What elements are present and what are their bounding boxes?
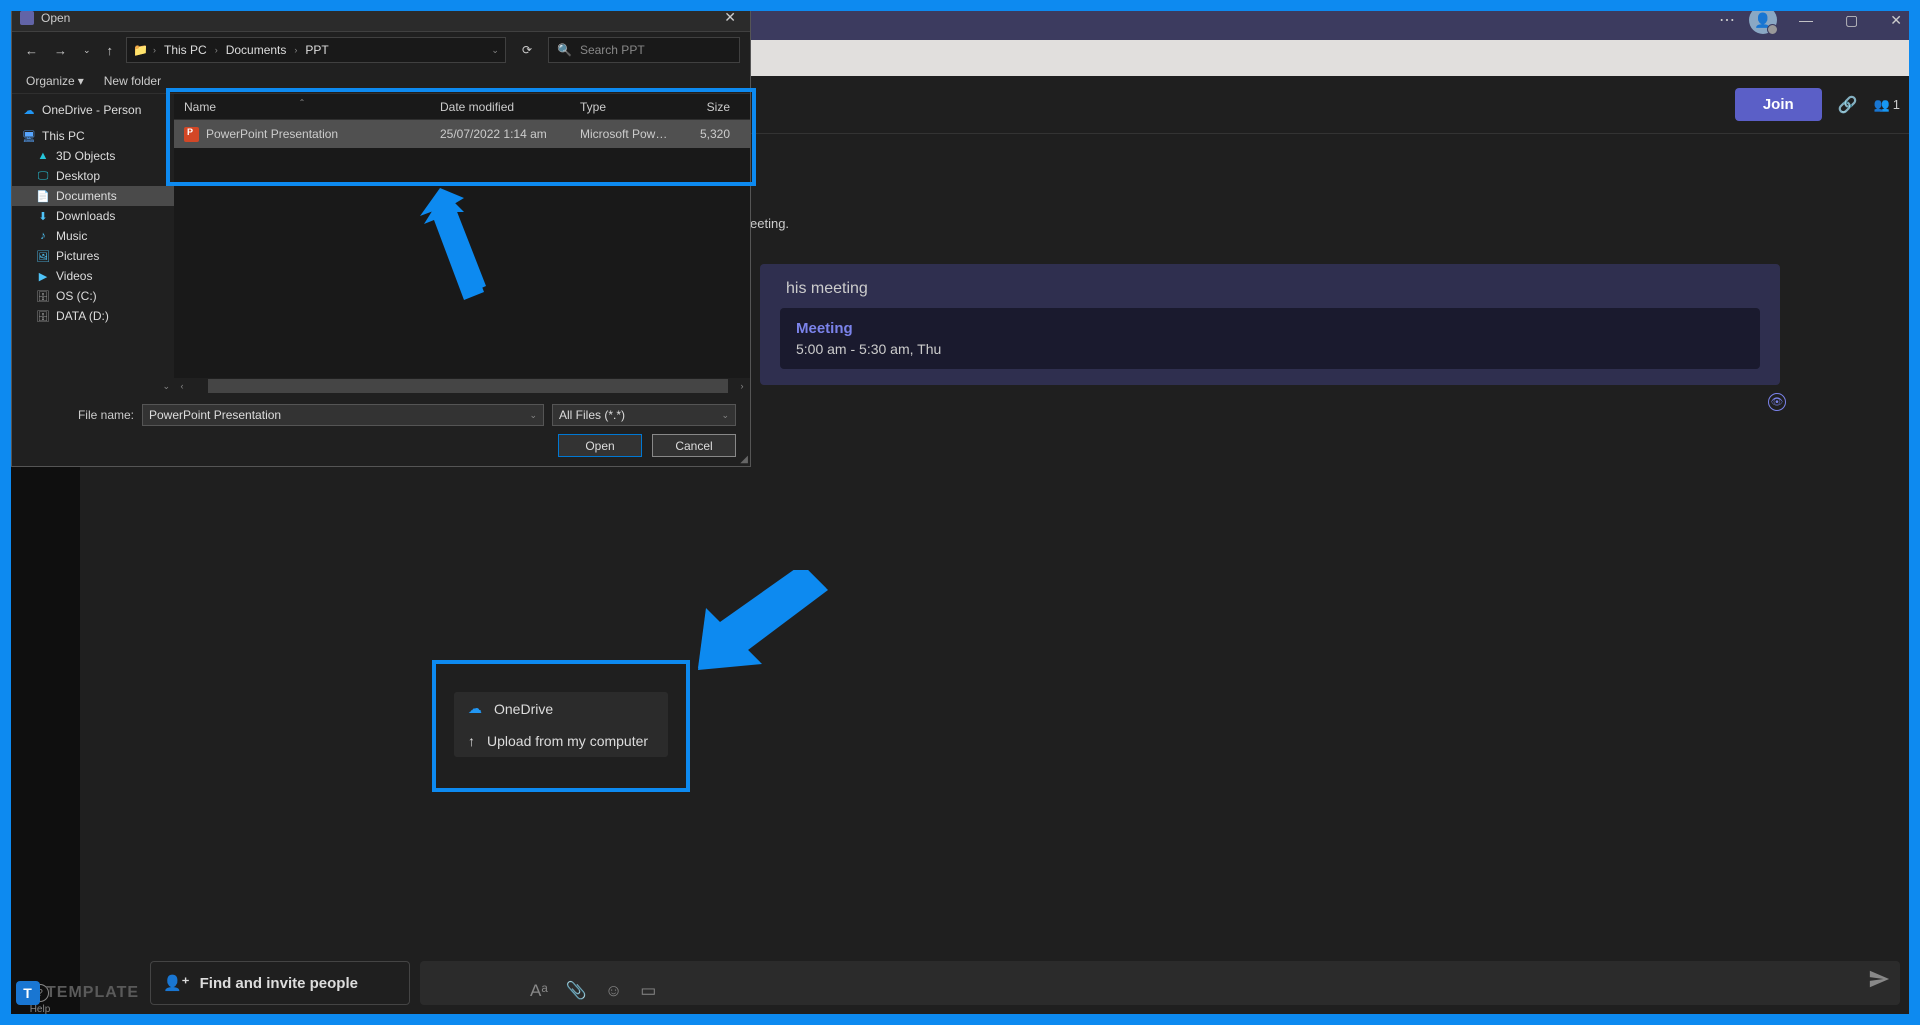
- breadcrumb-chevron-icon: ›: [294, 45, 297, 55]
- compose-toolbar: Aᵃ 📎 ☺ ▭: [530, 981, 656, 1001]
- cancel-button[interactable]: Cancel: [652, 434, 736, 457]
- resize-grip-icon[interactable]: ◢: [740, 454, 748, 465]
- meeting-card[interactable]: his meeting Meeting 5:00 am - 5:30 am, T…: [760, 264, 1780, 385]
- address-bar[interactable]: 📁 › This PC › Documents › PPT ⌄: [126, 37, 506, 63]
- invite-people-chip[interactable]: 👤⁺ Find and invite people: [150, 961, 410, 1005]
- upload-label: Upload from my computer: [487, 733, 648, 749]
- attach-onedrive-option[interactable]: ☁ OneDrive: [454, 692, 668, 725]
- breadcrumb-thispc[interactable]: This PC: [161, 43, 210, 57]
- header-size[interactable]: Size: [680, 100, 740, 114]
- tree-downloads[interactable]: ⬇Downloads: [12, 206, 174, 226]
- addressbar-dropdown-icon[interactable]: ⌄: [491, 45, 499, 56]
- horizontal-scrollbar[interactable]: ‹ ›: [174, 378, 750, 394]
- meeting-title: Meeting: [796, 320, 1744, 337]
- tree-scroll-chevron-icon[interactable]: ⌄: [162, 381, 170, 392]
- dialog-app-icon: [20, 11, 34, 25]
- dialog-footer: File name: PowerPoint Presentation ⌄ All…: [12, 394, 750, 467]
- filename-dropdown-icon[interactable]: ⌄: [529, 410, 537, 421]
- attach-icon[interactable]: 📎: [566, 981, 587, 1001]
- kebab-menu-icon[interactable]: ⋯: [1719, 10, 1737, 30]
- meeting-hint-text: eeting.: [750, 216, 789, 231]
- powerpoint-file-icon: [184, 127, 199, 142]
- upload-icon: ↑: [468, 733, 475, 749]
- watermark-logo: TTEMPLATE: [16, 981, 139, 1005]
- file-size: 5,320: [680, 127, 740, 141]
- tree-onedrive[interactable]: ☁OneDrive - Person: [12, 100, 174, 120]
- breadcrumb-documents[interactable]: Documents: [223, 43, 290, 57]
- tree-datad[interactable]: 🗄DATA (D:): [12, 306, 174, 326]
- attach-upload-option[interactable]: ↑ Upload from my computer: [454, 725, 668, 757]
- nav-up-icon[interactable]: ↑: [104, 43, 117, 58]
- tree-pictures[interactable]: 🖼Pictures: [12, 246, 174, 266]
- search-placeholder: Search PPT: [580, 43, 645, 57]
- dialog-navbar: ← → ⌄ ↑ 📁 › This PC › Documents › PPT ⌄ …: [12, 32, 750, 68]
- scroll-left-icon[interactable]: ‹: [174, 381, 190, 391]
- scrollbar-thumb[interactable]: [208, 379, 728, 393]
- file-name: PowerPoint Presentation: [206, 127, 338, 141]
- maximize-icon[interactable]: ▢: [1835, 12, 1868, 29]
- format-icon[interactable]: Aᵃ: [530, 981, 548, 1001]
- emoji-icon[interactable]: ☺: [605, 981, 622, 1001]
- send-icon[interactable]: [1868, 968, 1890, 995]
- dialog-close-icon[interactable]: ✕: [718, 9, 742, 26]
- breadcrumb-chevron-icon: ›: [215, 45, 218, 55]
- tree-3dobjects[interactable]: ▲3D Objects: [12, 146, 174, 166]
- dialog-titlebar: Open ✕: [12, 4, 750, 32]
- meeting-subtitle: his meeting: [786, 280, 1760, 298]
- filetype-filter[interactable]: All Files (*.*) ⌄: [552, 404, 736, 426]
- user-avatar[interactable]: 👤: [1749, 6, 1777, 34]
- scroll-right-icon[interactable]: ›: [734, 381, 750, 391]
- file-open-dialog: Open ✕ ← → ⌄ ↑ 📁 › This PC › Documents ›…: [11, 3, 751, 467]
- file-date: 25/07/2022 1:14 am: [430, 127, 570, 141]
- tree-osc[interactable]: 🗄OS (C:): [12, 286, 174, 306]
- file-list-headers: ⌃Name Date modified Type Size: [174, 94, 750, 120]
- file-row[interactable]: PowerPoint Presentation 25/07/2022 1:14 …: [174, 120, 750, 148]
- minimize-icon[interactable]: —: [1789, 12, 1823, 28]
- tree-thispc[interactable]: 🖥This PC: [12, 126, 174, 146]
- nav-back-icon[interactable]: ←: [22, 43, 41, 58]
- filter-dropdown-icon[interactable]: ⌄: [721, 410, 729, 421]
- open-button[interactable]: Open: [558, 434, 642, 457]
- close-window-icon[interactable]: ✕: [1880, 12, 1912, 29]
- participants-count[interactable]: 👥1: [1874, 97, 1900, 113]
- person-add-icon: 👤⁺: [163, 974, 190, 992]
- header-type[interactable]: Type: [570, 100, 680, 114]
- nav-recent-chevron-icon[interactable]: ⌄: [80, 45, 94, 56]
- new-folder-button[interactable]: New folder: [104, 74, 161, 88]
- filename-label: File name:: [26, 408, 134, 422]
- onedrive-label: OneDrive: [494, 701, 553, 717]
- attach-popup-highlight: ☁ OneDrive ↑ Upload from my computer: [432, 660, 690, 792]
- search-icon: 🔍: [557, 43, 572, 57]
- link-icon[interactable]: 🔗: [1838, 95, 1858, 115]
- dialog-title: Open: [41, 11, 70, 25]
- file-list-area: ⌃Name Date modified Type Size PowerPoint…: [174, 94, 750, 394]
- seen-check-icon: 👁: [1768, 393, 1786, 411]
- tree-videos[interactable]: ▶Videos: [12, 266, 174, 286]
- breadcrumb-chevron-icon: ›: [153, 45, 156, 55]
- meeting-time: 5:00 am - 5:30 am, Thu: [796, 341, 1744, 357]
- folder-icon: 📁: [133, 43, 148, 57]
- header-name[interactable]: ⌃Name: [174, 100, 430, 114]
- refresh-icon[interactable]: ⟳: [516, 43, 538, 57]
- nav-forward-icon[interactable]: →: [51, 43, 70, 58]
- join-button[interactable]: Join: [1735, 88, 1822, 121]
- folder-tree: ☁OneDrive - Person 🖥This PC ▲3D Objects …: [12, 94, 174, 394]
- tree-documents[interactable]: 📄Documents: [12, 186, 174, 206]
- gif-icon[interactable]: ▭: [640, 981, 656, 1001]
- header-date[interactable]: Date modified: [430, 100, 570, 114]
- tree-music[interactable]: ♪Music: [12, 226, 174, 246]
- tree-desktop[interactable]: 🖵Desktop: [12, 166, 174, 186]
- filename-input[interactable]: PowerPoint Presentation ⌄: [142, 404, 544, 426]
- search-input[interactable]: 🔍 Search PPT: [548, 37, 740, 63]
- invite-label: Find and invite people: [200, 975, 358, 992]
- breadcrumb-ppt[interactable]: PPT: [302, 43, 331, 57]
- file-type: Microsoft PowerPo...: [570, 127, 680, 141]
- organize-menu[interactable]: Organize▾: [26, 74, 84, 88]
- attach-source-menu: ☁ OneDrive ↑ Upload from my computer: [454, 692, 668, 757]
- dialog-toolbar: Organize▾ New folder: [12, 68, 750, 94]
- onedrive-icon: ☁: [468, 700, 482, 717]
